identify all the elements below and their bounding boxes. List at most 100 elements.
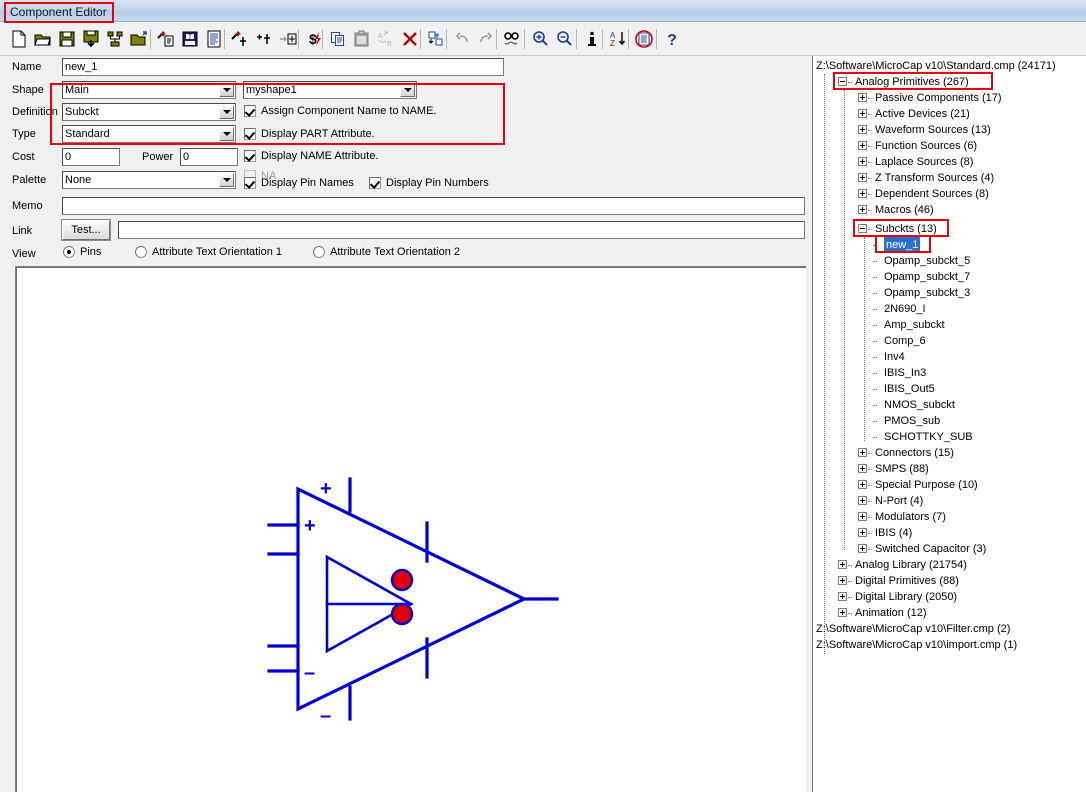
expand-toggle-icon[interactable] [858,544,867,553]
name-input[interactable]: new_1 [62,58,504,76]
view-radio-orientation-1-label: Attribute Text Orientation 1 [152,246,283,258]
expand-toggle-icon[interactable] [858,157,867,166]
add-pin-icon[interactable] [252,27,276,51]
expand-toggle-icon[interactable] [858,480,867,489]
chevron-down-icon[interactable] [219,83,234,97]
checkbox-display-pin-names-row[interactable]: Display Pin Names [244,177,354,189]
expand-toggle-icon[interactable] [858,205,867,214]
expand-toggle-icon[interactable] [858,141,867,150]
sort-az-icon[interactable]: AZ [606,27,630,51]
chevron-down-icon[interactable] [219,173,234,187]
link-input[interactable] [118,221,805,239]
expand-toggle-icon[interactable] [858,512,867,521]
shape-name-select[interactable]: myshape1 [243,81,417,99]
expand-toggle-icon[interactable] [858,125,867,134]
tree-node-subckts-label: Subckts (13) [875,223,937,235]
redo-icon[interactable] [474,27,498,51]
power-label: Power [142,151,174,163]
toolbar-separator [602,29,603,49]
expand-toggle-icon[interactable] [838,592,847,601]
find-icon[interactable] [500,27,524,51]
collapse-toggle-icon[interactable] [838,77,847,86]
expand-toggle-icon[interactable] [838,560,847,569]
chevron-down-icon[interactable] [219,105,234,119]
view-radio-pins-label: Pins [80,246,102,258]
definition-select[interactable]: Subckt [62,103,236,121]
move-components-icon[interactable] [424,27,448,51]
sort-ab-icon[interactable]: AB [374,27,398,51]
zoom-out-icon[interactable] [552,27,576,51]
save-icon[interactable] [55,27,79,51]
chevron-down-icon[interactable] [400,83,415,97]
tree-file-standard-cmp[interactable]: Z:\Software\MicroCap v10\Standard.cmp (2… [816,58,1056,74]
expand-toggle-icon[interactable] [858,464,867,473]
expand-toggle-icon[interactable] [858,93,867,102]
tree-dash [868,469,872,470]
expand-toggle-icon[interactable] [838,576,847,585]
info-icon[interactable] [580,27,604,51]
palette-select[interactable]: None [62,171,236,189]
collapse-toggle-icon[interactable] [858,224,867,233]
tree-spine-subckts [864,237,865,441]
save-as-icon[interactable] [79,27,103,51]
filter-icon[interactable] [632,27,656,51]
view-radio-orientation-2[interactable]: Attribute Text Orientation 2 [313,246,460,258]
toolbar-separator [420,29,421,49]
copy-icon[interactable] [326,27,350,51]
undo-icon[interactable] [450,27,474,51]
help-icon[interactable]: ? [660,27,684,51]
checkbox-display-part-attribute[interactable]: Display PART Attribute. [244,128,375,140]
checkbox-display-part-attribute-label: Display PART Attribute. [261,128,375,140]
shape-group-select[interactable]: Main [62,81,236,99]
cost-input[interactable]: 0 [62,148,120,166]
tree-node-analog-library-label: Analog Library (21754) [855,559,967,571]
subckt-wizard-icon[interactable] [228,27,252,51]
move-into-icon[interactable] [276,27,300,51]
tree-node-digital-library-label: Digital Library (2050) [855,591,958,603]
tree-node-special-purpose-label: Special Purpose (10) [875,479,978,491]
list-item-label: SCHOTTKY_SUB [884,431,973,443]
type-select[interactable]: Standard [62,125,236,143]
checkbox-display-pin-numbers[interactable]: Display Pin Numbers [369,177,489,189]
link-test-button[interactable]: Test... [61,219,111,241]
pin-marker [390,568,414,592]
tree-file-import-cmp[interactable]: Z:\Software\MicroCap v10\import.cmp (1) [816,637,1017,653]
toolbar-separator [446,29,447,49]
delete-icon[interactable] [398,27,422,51]
expand-toggle-icon[interactable] [858,189,867,198]
tree-dash [873,341,877,342]
paste-icon[interactable] [350,27,374,51]
merge-icon[interactable] [103,27,127,51]
symbol-plus-top: + [320,478,332,500]
checkbox-display-name-attribute[interactable]: Display NAME Attribute. [244,150,378,162]
expand-toggle-icon[interactable] [858,109,867,118]
open-folder-icon[interactable] [31,27,55,51]
view-radio-orientation-1[interactable]: Attribute Text Orientation 1 [135,246,282,258]
add-folder-icon[interactable] [127,27,151,51]
expand-toggle-icon[interactable] [858,173,867,182]
expand-toggle-icon[interactable] [858,448,867,457]
new-file-icon[interactable] [7,27,31,51]
expand-toggle-icon[interactable] [858,496,867,505]
chevron-down-icon[interactable] [219,127,234,141]
power-input[interactable]: 0 [180,148,238,166]
tree-node-laplace-sources-label: Laplace Sources (8) [875,156,974,168]
tree-file-filter-cmp[interactable]: Z:\Software\MicroCap v10\Filter.cmp (2) [816,621,1010,637]
tree-node-ibis-label: IBIS (4) [875,527,913,539]
expand-toggle-icon[interactable] [858,528,867,537]
list-item-label: Opamp_subckt_3 [884,287,971,299]
tree-dash [868,98,872,99]
checkbox-assign-component-name[interactable]: Assign Component Name to NAME. [244,105,436,117]
symbol-canvas[interactable]: + + – – [15,266,806,792]
add-part-wizard-icon[interactable] [154,27,178,51]
expand-toggle-icon[interactable] [838,608,847,617]
add-group-icon[interactable] [202,27,226,51]
component-library-tree[interactable]: Z:\Software\MicroCap v10\Standard.cmp (2… [812,56,1086,792]
zoom-in-icon[interactable] [528,27,552,51]
tree-dash [868,146,872,147]
list-item-label: PMOS_sub [884,415,941,427]
view-radio-pins[interactable]: Pins [63,246,101,258]
add-part-icon[interactable]: T [178,27,202,51]
memo-input[interactable] [62,197,805,215]
tree-dash [868,533,872,534]
